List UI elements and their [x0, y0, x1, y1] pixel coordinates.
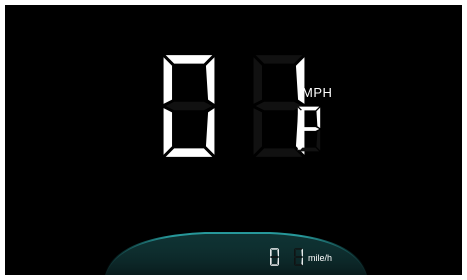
- dashboard-screen: MPH mile/h: [0, 0, 467, 280]
- segment-c-unlit: [316, 129, 321, 151]
- speed-unit-label: MPH: [302, 85, 333, 100]
- segment-d-lit: [165, 148, 213, 157]
- odometer-digit-ones: [294, 248, 303, 266]
- segment-f-unlit: [253, 57, 263, 104]
- instrument-display: MPH mile/h: [5, 5, 462, 275]
- segment-c-lit: [301, 257, 303, 266]
- segment-b-lit: [301, 248, 303, 257]
- segment-a-unlit: [294, 248, 303, 250]
- segment-a-unlit: [255, 55, 303, 64]
- segment-a-lit: [270, 248, 279, 250]
- segment-d-unlit: [294, 264, 303, 266]
- segment-c-lit: [277, 257, 279, 266]
- segment-f-lit: [297, 107, 302, 129]
- segment-g-unlit: [165, 101, 213, 111]
- segment-d-lit: [270, 264, 279, 266]
- bottom-arc-glow: [104, 232, 368, 275]
- segment-e-lit: [163, 108, 173, 155]
- segment-c-lit: [205, 108, 215, 155]
- segment-f-lit: [163, 57, 173, 104]
- segment-g-lit: [298, 127, 320, 131]
- segment-a-lit: [298, 106, 320, 111]
- segment-e-lit: [270, 257, 272, 266]
- segment-f-unlit: [294, 248, 296, 257]
- segment-e-unlit: [294, 257, 296, 266]
- speed-digit-tens: [163, 55, 215, 157]
- gear-indicator: [297, 106, 321, 152]
- segment-g-unlit: [294, 256, 303, 258]
- segment-b-lit: [277, 248, 279, 257]
- segment-a-lit: [165, 55, 213, 64]
- odometer-digit-tens: [270, 248, 279, 266]
- segment-g-unlit: [270, 256, 279, 258]
- segment-f-lit: [270, 248, 272, 257]
- segment-b-lit: [316, 107, 321, 129]
- segment-e-lit: [297, 129, 302, 151]
- segment-e-unlit: [253, 108, 263, 155]
- segment-b-lit: [205, 57, 215, 104]
- segment-d-unlit: [298, 147, 320, 152]
- odometer-unit-label: mile/h: [308, 253, 333, 263]
